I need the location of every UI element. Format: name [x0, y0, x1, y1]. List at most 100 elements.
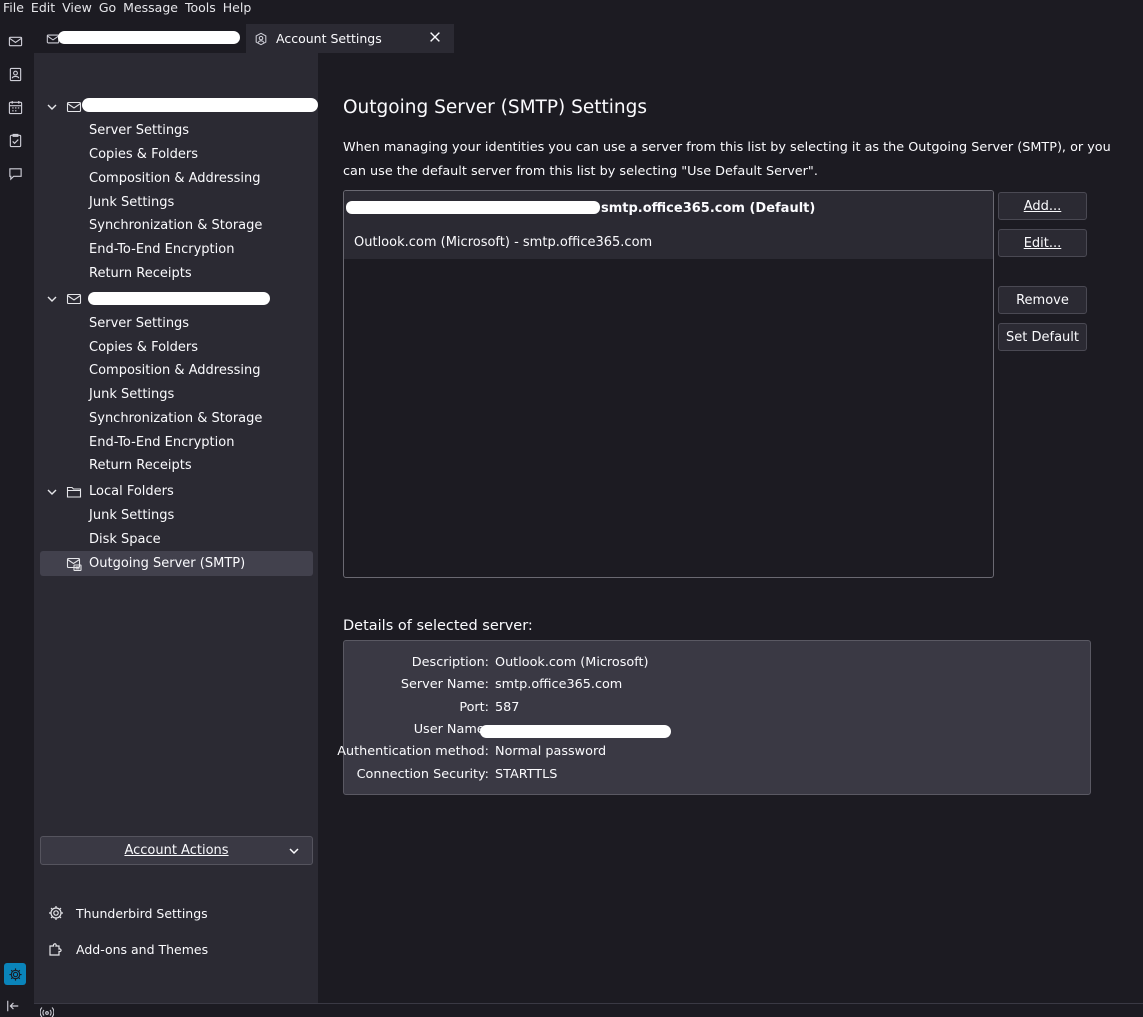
- tree-item-sync[interactable]: Synchronization & Storage: [89, 217, 262, 235]
- tree-item-junk[interactable]: Junk Settings: [89, 507, 174, 525]
- menu-file[interactable]: File: [0, 0, 28, 16]
- set-default-button-label: Set Default: [1006, 329, 1079, 345]
- calendar-button[interactable]: [4, 96, 26, 118]
- tab-mail[interactable]: [38, 24, 243, 53]
- mail-account-icon: [66, 291, 82, 307]
- detail-value: smtp.office365.com: [495, 677, 623, 692]
- tree-item-copies-folders[interactable]: Copies & Folders: [89, 146, 198, 164]
- detail-row-server-name: Server Name: smtp.office365.com: [344, 677, 1092, 697]
- detail-label: User Name:: [413, 722, 489, 737]
- account-settings-icon: [255, 32, 267, 45]
- menu-tools[interactable]: Tools: [182, 0, 220, 16]
- tab-account-settings[interactable]: Account Settings: [246, 24, 454, 53]
- chevron-down-icon[interactable]: [46, 101, 58, 113]
- gear-icon: [8, 967, 22, 981]
- tree-item-junk[interactable]: Junk Settings: [89, 386, 174, 404]
- close-icon: [430, 32, 440, 42]
- remove-button-label: Remove: [1016, 292, 1069, 308]
- detail-label: Port:: [459, 700, 489, 715]
- page-title: Outgoing Server (SMTP) Settings: [343, 97, 647, 118]
- detail-row-description: Description: Outlook.com (Microsoft): [344, 655, 1092, 675]
- add-button-label: Add...: [1023, 198, 1062, 214]
- tree-item-server-settings[interactable]: Server Settings: [89, 315, 189, 333]
- address-book-button[interactable]: [4, 63, 26, 85]
- online-status-icon[interactable]: [40, 1007, 54, 1017]
- menu-edit[interactable]: Edit: [28, 0, 59, 16]
- mail-space-button[interactable]: [4, 30, 26, 52]
- tree-item-composition[interactable]: Composition & Addressing: [89, 170, 260, 188]
- tree-item-server-settings[interactable]: Server Settings: [89, 122, 189, 140]
- chevron-down-icon: [288, 845, 300, 857]
- tree-item-receipts[interactable]: Return Receipts: [89, 457, 192, 475]
- details-title: Details of selected server:: [343, 618, 533, 634]
- tree-item-e2e[interactable]: End-To-End Encryption: [89, 241, 234, 259]
- tree-item-outgoing-server[interactable]: Outgoing Server (SMTP): [40, 551, 313, 576]
- address-book-icon: [9, 67, 21, 81]
- chat-button[interactable]: [4, 162, 26, 184]
- tab-close-button[interactable]: [428, 30, 444, 46]
- menu-bar: File Edit View Go Message Tools Help: [0, 0, 1143, 16]
- tree-item-disk-space[interactable]: Disk Space: [89, 531, 161, 549]
- chevron-down-icon[interactable]: [46, 293, 58, 305]
- remove-button[interactable]: Remove: [998, 286, 1087, 314]
- tree-item-receipts[interactable]: Return Receipts: [89, 265, 192, 283]
- redaction-mark: [346, 201, 600, 214]
- detail-row-auth-method: Authentication method: Normal password: [337, 744, 1092, 764]
- server-details-box: Description: Outlook.com (Microsoft) Ser…: [337, 640, 1092, 795]
- mail-account-icon: [66, 99, 82, 115]
- tree-item-copies-folders[interactable]: Copies & Folders: [89, 339, 198, 357]
- edit-button-label: Edit...: [1023, 235, 1062, 251]
- page-description: When managing your identities you can us…: [343, 140, 1111, 179]
- tasks-button[interactable]: [4, 129, 26, 151]
- account-actions-button[interactable]: Account Actions: [40, 836, 313, 865]
- status-bar: [34, 1003, 1143, 1017]
- chat-icon: [8, 167, 22, 180]
- gear-icon: [49, 906, 63, 920]
- tree-item-junk[interactable]: Junk Settings: [89, 194, 174, 212]
- redaction-mark: [480, 725, 671, 738]
- chevron-down-icon[interactable]: [46, 486, 58, 498]
- tasks-icon: [9, 133, 21, 147]
- server-row-default-label: smtp.office365.com (Default): [601, 200, 816, 216]
- outgoing-server-label: Outgoing Server (SMTP): [89, 556, 246, 571]
- detail-label: Server Name:: [400, 677, 489, 692]
- detail-row-port: Port: 587: [344, 700, 1092, 720]
- detail-row-connection-security: Connection Security: STARTTLS: [344, 767, 1092, 787]
- tab-strip: Account Settings: [34, 24, 1143, 53]
- main-content: Outgoing Server (SMTP) Settings When man…: [318, 53, 1143, 1003]
- detail-label: Connection Security:: [356, 767, 489, 782]
- smtp-server-list[interactable]: smtp.office365.com (Default) Outlook.com…: [343, 190, 994, 578]
- redaction-mark: [82, 98, 318, 112]
- thunderbird-settings-link[interactable]: Thunderbird Settings: [48, 903, 208, 923]
- menu-message[interactable]: Message: [120, 0, 182, 16]
- menu-help[interactable]: Help: [220, 0, 256, 16]
- tab-account-settings-label: Account Settings: [276, 31, 382, 46]
- account-1-row[interactable]: [34, 95, 318, 119]
- set-default-button[interactable]: Set Default: [998, 323, 1087, 351]
- collapse-spaces-button[interactable]: [6, 999, 22, 1015]
- collapse-left-icon: [7, 1000, 19, 1012]
- account-tree-sidebar: Server Settings Copies & Folders Composi…: [34, 53, 318, 1003]
- detail-value: Normal password: [495, 744, 607, 759]
- outgoing-server-icon: [66, 556, 82, 572]
- tree-item-composition[interactable]: Composition & Addressing: [89, 362, 260, 380]
- redaction-mark: [88, 292, 270, 305]
- detail-value: Outlook.com (Microsoft): [495, 655, 649, 670]
- server-row-default[interactable]: smtp.office365.com (Default): [344, 191, 993, 225]
- settings-space-button[interactable]: [4, 963, 26, 985]
- tree-item-e2e[interactable]: End-To-End Encryption: [89, 434, 234, 452]
- edit-button[interactable]: Edit...: [998, 229, 1087, 257]
- tree-item-sync[interactable]: Synchronization & Storage: [89, 410, 262, 428]
- add-button[interactable]: Add...: [998, 192, 1087, 220]
- account-2-row[interactable]: [34, 287, 318, 311]
- calendar-icon: [8, 100, 22, 114]
- puzzle-icon: [49, 943, 62, 956]
- menu-go[interactable]: Go: [96, 0, 120, 16]
- addons-themes-label: Add-ons and Themes: [76, 941, 209, 957]
- mail-icon: [8, 36, 22, 46]
- addons-themes-link[interactable]: Add-ons and Themes: [48, 939, 208, 959]
- local-folders-label: Local Folders: [89, 484, 174, 499]
- local-folders-row[interactable]: Local Folders: [34, 480, 318, 504]
- menu-view[interactable]: View: [59, 0, 96, 16]
- server-row-outlook[interactable]: Outlook.com (Microsoft) - smtp.office365…: [344, 225, 993, 259]
